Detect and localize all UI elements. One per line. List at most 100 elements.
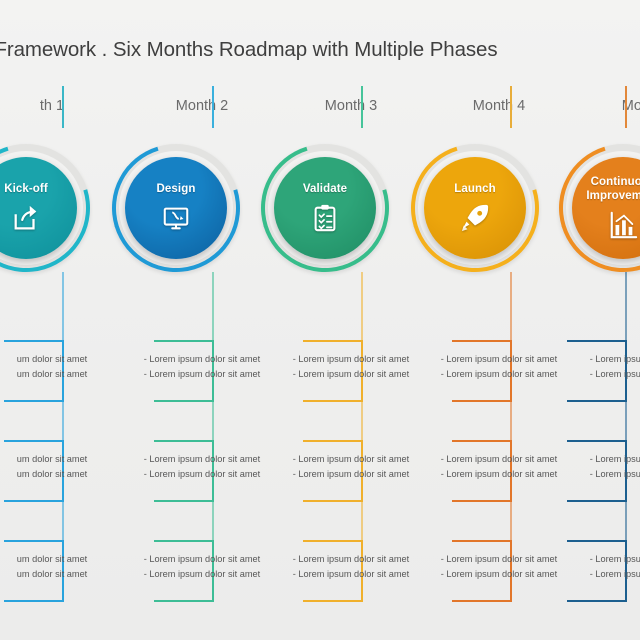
content-cell-r3-c2: - Lorem ipsum dolor sit amet - Lorem ipsu… [128,552,276,582]
bullet-item: - Lorem ipsum d [600,452,640,467]
bullet-item: - Lorem ipsum d [600,352,640,367]
badge-label: Design [156,182,196,195]
bracket-bottom-arm-5-3 [567,600,625,602]
bullet-item: um dolor sit amet [16,454,88,464]
bracket-top-arm-2-2 [154,440,212,442]
bullet-item: - Lorem ipsum dolor sit amet [440,368,558,379]
bullet-item: - Lorem ipsum dolor sit amet [292,368,410,379]
share-export-icon [11,203,41,233]
roadmap-slide: d Agile Framework . Six Months Roadmap w… [0,0,640,640]
bar-chart-growth-icon [608,210,638,240]
content-cell-r2-c2: - Lorem ipsum dolor sit amet - Lorem ipsu… [128,452,276,482]
bullet-item: - Lorem ipsum dolor sit amet [143,354,261,364]
row-label-3: tion [0,513,62,531]
bullet-item: um dolor sit amet [16,554,88,564]
column-divider-3 [361,86,363,128]
badge-label: Launch [454,182,496,195]
bullet-item: - Lorem ipsum dolor sit amet [143,454,261,464]
phase-badge-design[interactable]: Design [89,121,263,295]
bracket-bottom-arm-1-1 [4,400,62,402]
bullet-item: - Lorem ipsum dolor sit amet [143,554,261,564]
bracket-bottom-arm-3-2 [303,500,361,502]
bracket-bottom-arm-2-1 [154,400,212,402]
badge-label: Validate [302,182,348,195]
content-cell-r2-c6: - Lorem ipsum d- Lorem ipsum d [600,452,640,482]
badge-label: Continuous Improvement [586,175,640,202]
column-divider-2 [212,86,214,128]
bullet-item: um dolor sit amet [16,354,88,364]
content-cell-r2-c3: - Lorem ipsum dolor sit amet - Lorem ipsu… [277,452,425,482]
bracket-bottom-arm-2-3 [154,600,212,602]
bullet-item: - Lorem ipsum dolor sit amet [292,554,410,564]
phase-badge-validate[interactable]: Validate [238,121,412,295]
phase-badge-continuous-improvement[interactable]: Continuous Improvement [536,121,640,295]
content-cell-r1-c2: - Lorem ipsum dolor sit amet - Lorem ipsu… [128,352,276,382]
bullet-item: - Lorem ipsum dolor sit amet [440,568,558,579]
bullet-item: - Lorem ipsum dolor sit amet [143,568,261,579]
bracket-top-arm-3-1 [303,340,361,342]
column-divider-5 [625,86,627,128]
bracket-top-arm-2-3 [154,540,212,542]
bracket-top-arm-3-3 [303,540,361,542]
bracket-top-arm-5-1 [567,340,625,342]
bracket-bottom-arm-3-3 [303,600,361,602]
row-label-2: on [0,410,62,428]
bracket-top-arm-1-3 [4,540,62,542]
bracket-bottom-arm-4-2 [452,500,510,502]
column-divider-1 [62,86,64,128]
content-cell-r3-c6: - Lorem ipsum d- Lorem ipsum d [600,552,640,582]
rocket-icon [460,203,490,233]
content-cell-r1-c4: - Lorem ipsum dolor sit amet - Lorem ipsu… [425,352,573,382]
bracket-top-arm-3-2 [303,440,361,442]
month-header-3: Month 3 [324,98,378,114]
bracket-bottom-arm-4-1 [452,400,510,402]
month-header-4: Month 4 [472,98,526,114]
month-header-6: Mo [600,86,640,126]
row-label-1: ing [0,305,62,323]
content-cell-r3-c4: - Lorem ipsum dolor sit amet - Lorem ipsu… [425,552,573,582]
bracket-top-arm-1-2 [4,440,62,442]
phase-badge-launch[interactable]: Launch [388,121,562,295]
bracket-top-arm-4-3 [452,540,510,542]
bracket-top-arm-5-3 [567,540,625,542]
bracket-top-arm-4-1 [452,340,510,342]
bullet-item: um dolor sit amet [16,368,88,379]
content-cell-r3-c3: - Lorem ipsum dolor sit amet - Lorem ipsu… [277,552,425,582]
monitor-design-icon [161,203,191,233]
bracket-bottom-arm-1-2 [4,500,62,502]
badge-orb: Validate [274,157,376,259]
month-header-2: Month 2 [175,98,229,114]
bullet-item: - Lorem ipsum dolor sit amet [292,468,410,479]
bracket-top-arm-5-2 [567,440,625,442]
bracket-bottom-arm-4-3 [452,600,510,602]
bullet-item: - Lorem ipsum dolor sit amet [292,568,410,579]
bullet-item: - Lorem ipsum dolor sit amet [440,354,558,364]
column-divider-4 [510,86,512,128]
bullet-item: um dolor sit amet [16,468,88,479]
clipboard-checklist-icon [310,203,340,233]
bullet-item: - Lorem ipsum dolor sit amet [292,454,410,464]
bullet-item: - Lorem ipsum dolor sit amet [292,354,410,364]
phase-badge-kick-off[interactable]: Kick-off [0,121,113,295]
content-cell-r2-c4: - Lorem ipsum dolor sit amet - Lorem ipsu… [425,452,573,482]
content-cell-r3-c1: um dolor sit amet um dolor sit amet [0,552,126,582]
bracket-bottom-arm-2-2 [154,500,212,502]
bullet-item: - Lorem ipsum d [600,467,640,482]
bullet-item: - Lorem ipsum dolor sit amet [440,554,558,564]
bullet-item: - Lorem ipsum d [600,567,640,582]
bullet-item: - Lorem ipsum d [600,552,640,567]
bullet-item: um dolor sit amet [16,568,88,579]
content-cell-r2-c1: um dolor sit amet um dolor sit amet [0,452,126,482]
bullet-item: - Lorem ipsum dolor sit amet [440,454,558,464]
page-title: d Agile Framework . Six Months Roadmap w… [0,38,498,61]
badge-label: Kick-off [4,182,48,195]
bracket-bottom-arm-5-2 [567,500,625,502]
badge-orb: Launch [424,157,526,259]
bullet-item: - Lorem ipsum dolor sit amet [143,468,261,479]
bracket-bottom-arm-1-3 [4,600,62,602]
bracket-top-arm-2-1 [154,340,212,342]
bracket-bottom-arm-5-1 [567,400,625,402]
bullet-item: - Lorem ipsum dolor sit amet [143,368,261,379]
content-cell-r1-c3: - Lorem ipsum dolor sit amet - Lorem ipsu… [277,352,425,382]
bracket-top-arm-4-2 [452,440,510,442]
